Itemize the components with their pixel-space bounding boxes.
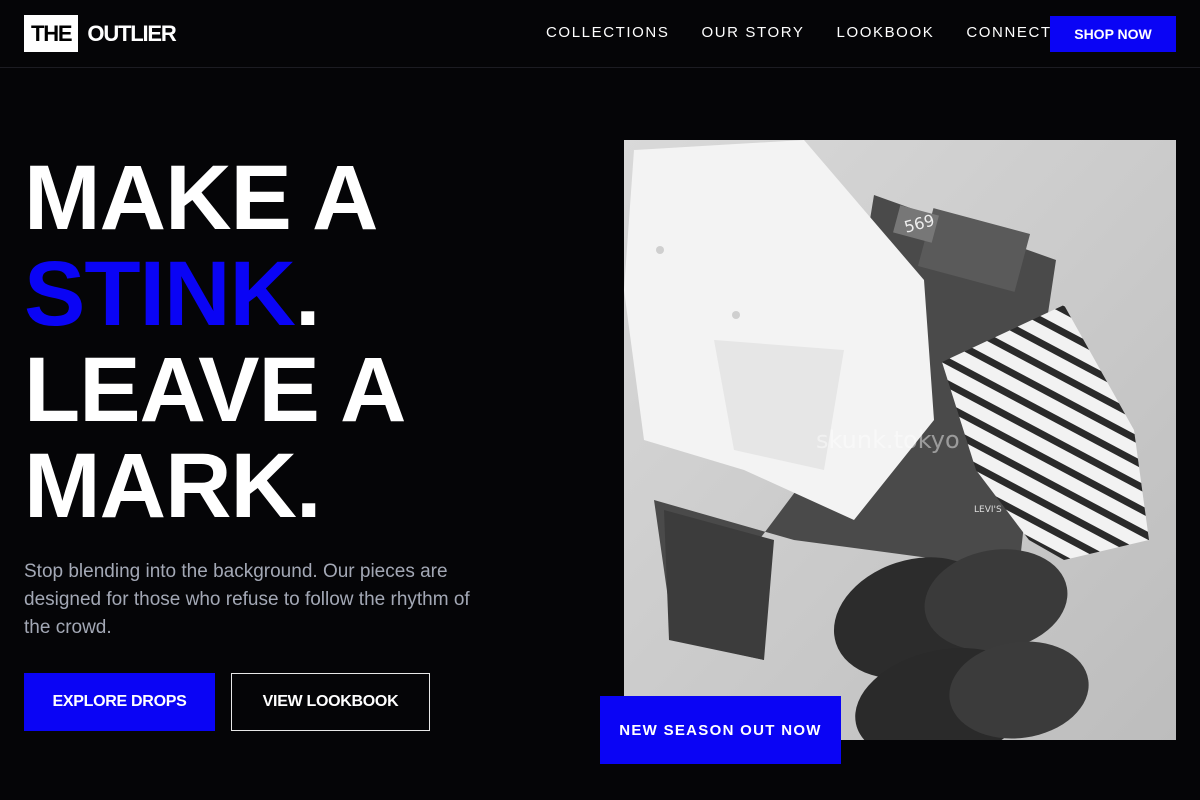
photo-watermark: skunk.tokyo bbox=[816, 426, 960, 454]
headline-line-1: MAKE A bbox=[24, 147, 378, 249]
view-lookbook-button[interactable]: VIEW LOOKBOOK bbox=[231, 673, 430, 731]
headline-line-2: STINK. bbox=[24, 246, 405, 342]
main-nav: COLLECTIONS OUR STORY LOOKBOOK CONNECT bbox=[546, 24, 1084, 41]
nav-lookbook[interactable]: LOOKBOOK bbox=[837, 24, 935, 41]
hero-description: Stop blending into the background. Our p… bbox=[24, 561, 470, 638]
brand-logo[interactable]: THE OUTLIER bbox=[24, 15, 177, 52]
site-header: THE OUTLIER COLLECTIONS OUR STORY LOOKBO… bbox=[0, 0, 1200, 68]
headline-line-3: LEAVE A bbox=[24, 339, 406, 441]
logo-text: OUTLIER bbox=[87, 20, 176, 46]
logo-box: THE bbox=[24, 15, 79, 52]
explore-drops-button[interactable]: EXPLORE DROPS bbox=[24, 673, 215, 731]
nav-our-story[interactable]: OUR STORY bbox=[701, 24, 804, 41]
headline-line-4: MARK. bbox=[24, 435, 322, 537]
nav-collections[interactable]: COLLECTIONS bbox=[546, 24, 669, 41]
nav-connect[interactable]: CONNECT bbox=[966, 24, 1051, 41]
jeans-label-text: LEVI'S bbox=[974, 505, 1002, 515]
headline-accent-dot: . bbox=[295, 243, 321, 345]
hero-photo: 569 LEVI'S skunk.tokyo bbox=[624, 140, 1176, 740]
new-season-badge[interactable]: NEW SEASON OUT NOW bbox=[600, 696, 841, 764]
shop-now-button[interactable]: SHOP NOW bbox=[1050, 16, 1176, 52]
hero-headline: MAKE A STINK. LEAVE A MARK. bbox=[24, 147, 406, 537]
headline-accent-word: STINK bbox=[24, 243, 296, 345]
